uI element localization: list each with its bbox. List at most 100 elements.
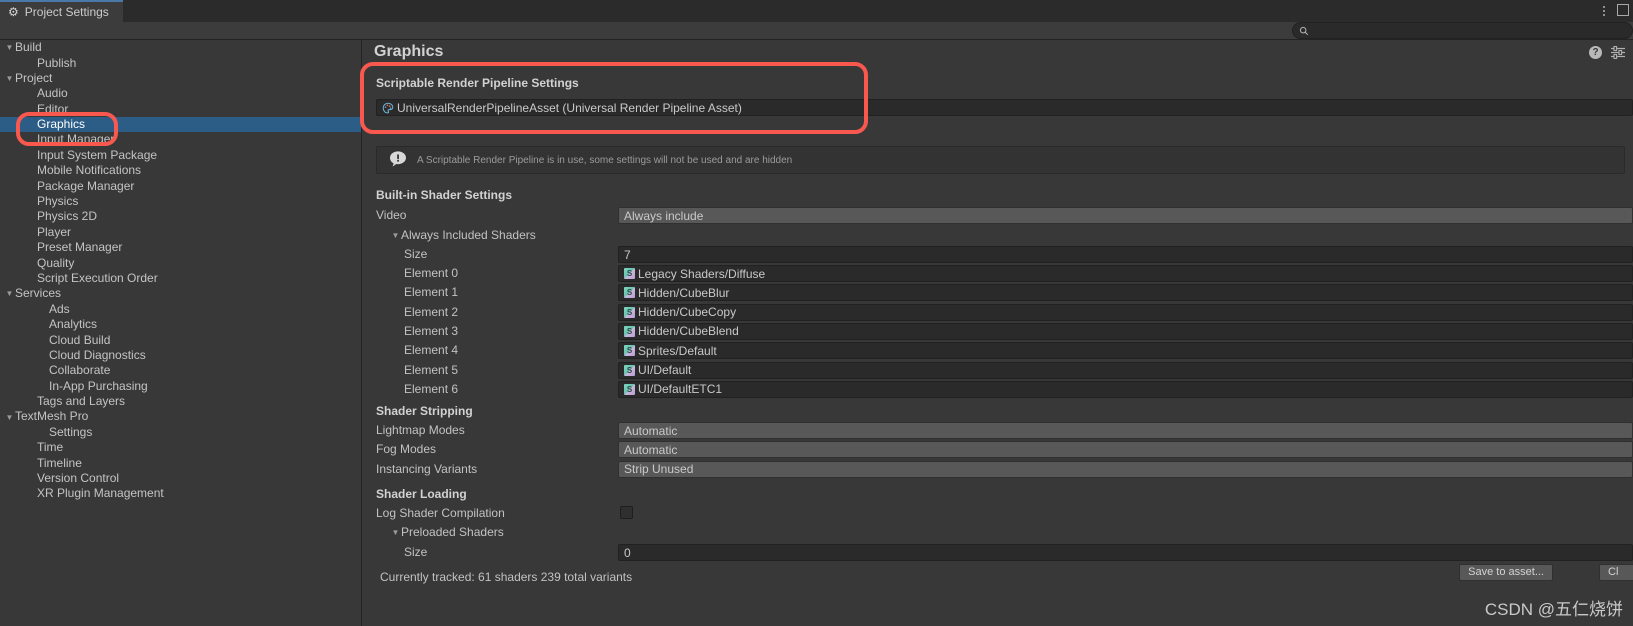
sidebar-item-xr-plugin-management[interactable]: ▼ XR Plugin Management [0,486,361,501]
chevron-down-icon[interactable]: ▼ [390,231,401,240]
srp-asset-value: UniversalRenderPipelineAsset (Universal … [397,100,742,115]
log-shader-compilation-checkbox[interactable] [620,506,633,519]
chevron-down-icon[interactable]: ▼ [4,286,15,301]
shader-element-field[interactable]: S Sprites/Default [618,342,1633,360]
sidebar-item-timeline[interactable]: ▼ Timeline [0,456,361,471]
shader-element-row[interactable]: Element 1 S Hidden/CubeBlur [363,283,1633,302]
sidebar-item-ads[interactable]: ▼ Ads [0,302,361,317]
sidebar-item-quality[interactable]: ▼ Quality [0,255,361,270]
page-title: Graphics [374,43,444,60]
sidebar-item-time[interactable]: ▼ Time [0,440,361,455]
shader-stripping-row[interactable]: Lightmap Modes Automatic [363,421,1633,440]
video-shader-row[interactable]: Video Always include [363,206,1633,225]
always-included-size-input[interactable]: 7 [618,246,1633,263]
tree-spacer: ▼ [15,225,26,240]
shader-element-row[interactable]: Element 4 S Sprites/Default [363,341,1633,360]
save-to-asset-button[interactable]: Save to asset... [1459,564,1553,581]
shader-element-row[interactable]: Element 2 S Hidden/CubeCopy [363,303,1633,322]
preloaded-shaders-foldout[interactable]: ▼ Preloaded Shaders [363,523,1633,542]
sidebar-item-analytics[interactable]: ▼ Analytics [0,317,361,332]
sidebar-item-input-system-package[interactable]: ▼ Input System Package [0,148,361,163]
maximize-icon[interactable] [1617,4,1629,16]
srp-asset-row[interactable]: UniversalRenderPipelineAsset (Universal … [363,98,1633,117]
preloaded-size-label: Size [404,545,428,559]
sidebar-item-graphics[interactable]: ▼ Graphics [0,116,361,133]
sidebar-item-cloud-build[interactable]: ▼ Cloud Build [0,332,361,347]
sidebar-item-collaborate[interactable]: ▼ Collaborate [0,363,361,378]
sidebar-item-physics-2d[interactable]: ▼ Physics 2D [0,209,361,224]
search-input[interactable] [1313,24,1632,37]
sidebar-item-audio[interactable]: ▼ Audio [0,86,361,101]
settings-body: Scriptable Render Pipeline Settings Univ… [363,66,1633,626]
video-dropdown[interactable]: Always include [618,207,1633,224]
help-icon[interactable]: ? [1589,46,1602,59]
watermark: CSDN @五仁烧饼 [1484,600,1623,619]
sidebar-item-physics[interactable]: ▼ Physics [0,194,361,209]
always-included-size-row[interactable]: Size 7 [363,245,1633,264]
chevron-down-icon[interactable]: ▼ [4,40,15,55]
sidebar-item-tags-and-layers[interactable]: ▼ Tags and Layers [0,394,361,409]
chevron-down-icon[interactable]: ▼ [390,528,401,537]
preset-settings-icon[interactable] [1611,46,1625,59]
shader-element-row[interactable]: Element 0 S Legacy Shaders/Diffuse [363,264,1633,283]
sidebar-item-textmesh-pro[interactable]: ▼ TextMesh Pro [0,409,361,424]
kebab-menu-icon[interactable] [1597,3,1611,19]
sidebar-item-version-control[interactable]: ▼ Version Control [0,471,361,486]
shader-stripping-label: Instancing Variants [376,461,478,476]
shader-icon: S [624,306,635,318]
preloaded-size-input[interactable]: 0 [618,544,1633,561]
shader-stripping-dropdown[interactable]: Automatic [618,441,1633,459]
always-included-shaders-label: ▼ Always Included Shaders [390,228,536,242]
tab-project-settings[interactable]: ⚙ Project Settings [0,0,123,22]
shader-stripping-dropdown[interactable]: Automatic [618,422,1633,439]
sidebar-item-project[interactable]: ▼ Project [0,71,361,86]
shader-element-field[interactable]: S Hidden/CubeBlend [618,322,1633,340]
shader-element-row[interactable]: Element 6 S UI/DefaultETC1 [363,380,1633,399]
shader-loading-section-header: Shader Loading [376,487,467,501]
sidebar-item-services[interactable]: ▼ Services [0,286,361,301]
shader-element-row[interactable]: Element 3 S Hidden/CubeBlend [363,322,1633,341]
shader-element-field[interactable]: S Legacy Shaders/Diffuse [618,265,1633,282]
sidebar-item-package-manager[interactable]: ▼ Package Manager [0,179,361,194]
sidebar-item-settings[interactable]: ▼ Settings [0,425,361,440]
sidebar-item-preset-manager[interactable]: ▼ Preset Manager [0,240,361,255]
shader-element-row[interactable]: Element 5 S UI/Default [363,361,1633,380]
sidebar-item-cloud-diagnostics[interactable]: ▼ Cloud Diagnostics [0,348,361,363]
tab-label: Project Settings [24,5,109,19]
shader-element-field[interactable]: S Hidden/CubeBlur [618,284,1633,302]
search-field[interactable] [1292,22,1633,39]
shader-element-field[interactable]: S UI/Default [618,361,1633,379]
sidebar-item-label: Tags and Layers [37,394,126,409]
sidebar-item-script-execution-order[interactable]: ▼ Script Execution Order [0,271,361,286]
shader-element-field[interactable]: S Hidden/CubeCopy [618,303,1633,321]
shader-element-value: UI/DefaultETC1 [638,382,723,397]
sidebar-item-in-app-purchasing[interactable]: ▼ In-App Purchasing [0,379,361,394]
tree-spacer: ▼ [15,86,26,101]
shader-element-value: Hidden/CubeCopy [638,305,737,320]
srp-asset-field[interactable]: UniversalRenderPipelineAsset (Universal … [376,99,1633,116]
settings-category-tree[interactable]: ▼Build▼Publish▼Project▼Audio▼Editor▼Grap… [0,40,362,626]
tree-spacer: ▼ [27,348,38,363]
shader-icon: S [624,364,635,376]
shader-stripping-dropdown[interactable]: Strip Unused [618,460,1633,478]
preloaded-size-row[interactable]: Size 0 [363,543,1633,562]
sidebar-item-editor[interactable]: ▼ Editor [0,102,361,117]
chevron-down-icon[interactable]: ▼ [4,410,15,425]
tree-spacer: ▼ [27,317,38,332]
search-icon [1299,26,1309,35]
sidebar-item-label: Input Manager [37,132,115,147]
tree-spacer: ▼ [27,302,38,317]
shader-stripping-row[interactable]: Fog Modes Automatic [363,440,1633,459]
sidebar-item-player[interactable]: ▼ Player [0,225,361,240]
chevron-down-icon[interactable]: ▼ [4,71,15,86]
clear-button[interactable]: Cl [1599,564,1633,581]
sidebar-item-build[interactable]: ▼ Build [0,40,361,55]
shader-element-field[interactable]: S UI/DefaultETC1 [618,380,1633,398]
shader-stripping-label: Lightmap Modes [376,423,465,437]
log-shader-compilation-row[interactable]: Log Shader Compilation [363,504,1633,523]
always-included-shaders-foldout[interactable]: ▼ Always Included Shaders [363,226,1633,245]
sidebar-item-input-manager[interactable]: ▼ Input Manager [0,132,361,147]
sidebar-item-publish[interactable]: ▼ Publish [0,55,361,70]
shader-stripping-row[interactable]: Instancing Variants Strip Unused [363,460,1633,479]
sidebar-item-mobile-notifications[interactable]: ▼ Mobile Notifications [0,163,361,178]
